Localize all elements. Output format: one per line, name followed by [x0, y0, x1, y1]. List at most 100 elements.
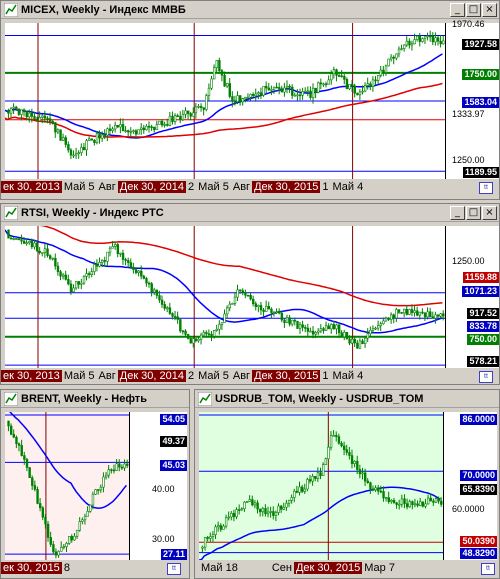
price-tag: 49.37	[160, 436, 187, 447]
price-scale[interactable]: 1970.46 1927.58 1750.00 1583.04 1333.97 …	[445, 19, 499, 179]
candle-body	[358, 340, 362, 349]
candle-body	[57, 550, 60, 556]
candle-body	[390, 314, 393, 320]
candle-body	[145, 125, 148, 131]
candle-body	[265, 85, 268, 89]
scale-label: 60.0000	[452, 504, 485, 514]
price-tag: 45.03	[160, 460, 187, 471]
candle-body	[205, 332, 208, 335]
candle-body	[395, 309, 398, 319]
candle-body	[31, 477, 34, 486]
candle-body	[90, 271, 94, 275]
candle-body	[38, 250, 41, 253]
price-tag: 1583.04	[462, 97, 499, 108]
corner-icon[interactable]: tt	[479, 371, 493, 383]
candle-body	[249, 294, 252, 300]
price-scale[interactable]: 54.05 49.37 45.03 40.00 30.00 27.11	[129, 412, 187, 560]
candle-body	[168, 115, 172, 126]
candle-body	[400, 48, 403, 50]
rtsi-window: RTSI, Weekly - Индекс РТС _ □ × 1250.00 …	[0, 203, 500, 385]
candle-body	[340, 75, 343, 78]
candle-body	[419, 501, 422, 506]
candle-body	[110, 469, 113, 471]
candle-body	[423, 36, 427, 39]
candle-body	[335, 324, 338, 330]
candle-body	[293, 490, 296, 498]
candle-body	[413, 310, 416, 313]
rtsi-titlebar[interactable]: RTSI, Weekly - Индекс РТС _ □ ×	[1, 204, 499, 222]
price-chart[interactable]	[5, 23, 445, 179]
candle-body	[272, 511, 275, 516]
candle-body	[233, 296, 237, 304]
candle-body	[387, 317, 390, 320]
candle-body	[301, 91, 304, 96]
price-chart[interactable]	[5, 412, 129, 560]
candle-body	[54, 551, 58, 556]
price-chart[interactable]	[199, 412, 443, 560]
usdrub-titlebar[interactable]: USDRUB_TOM, Weekly - USDRUB_TOM	[195, 390, 499, 408]
close-button[interactable]: ×	[482, 2, 497, 17]
candle-body	[403, 44, 406, 49]
candle-body	[293, 94, 297, 97]
candle-body	[426, 311, 429, 318]
candle-body	[121, 124, 125, 132]
candle-body	[295, 490, 299, 493]
candle-body	[356, 460, 359, 470]
candle-body	[108, 247, 112, 253]
candle-body	[332, 324, 336, 330]
candle-body	[99, 486, 103, 491]
candle-body	[101, 134, 104, 139]
candle-body	[20, 109, 23, 115]
price-tag: 1927.58	[462, 39, 499, 50]
candle-body	[98, 262, 101, 267]
time-axis[interactable]: Май 18 Сен Дек 30, 2015 Мар 7	[199, 562, 397, 574]
corner-icon[interactable]: tt	[479, 182, 493, 194]
candle-body	[379, 323, 383, 326]
corner-icon[interactable]: tt	[481, 563, 495, 575]
candle-body	[384, 317, 388, 322]
candle-body	[23, 455, 26, 460]
candle-body	[301, 486, 304, 492]
price-chart[interactable]	[5, 226, 445, 368]
candle-body	[93, 264, 96, 272]
candle-body	[176, 115, 179, 117]
candle-body	[205, 95, 208, 110]
candle-body	[413, 503, 417, 506]
candle-body	[418, 311, 422, 316]
price-scale[interactable]: 1250.00 1159.88 1071.23 917.52 833.78 75…	[445, 226, 499, 368]
close-button[interactable]: ×	[482, 205, 497, 220]
price-tag: 1159.88	[462, 272, 499, 283]
corner-icon[interactable]: tt	[167, 563, 181, 575]
time-axis[interactable]: ек 30, 2015 8	[1, 562, 72, 574]
candle-body	[106, 251, 109, 262]
candle-body	[28, 112, 31, 118]
candle-body	[353, 338, 356, 344]
candle-body	[421, 501, 425, 507]
candle-body	[309, 330, 312, 333]
brent-titlebar[interactable]: BRENT, Weekly - Нефть	[1, 390, 189, 408]
chart-icon	[4, 391, 18, 406]
candle-body	[244, 96, 247, 99]
candle-body	[246, 294, 250, 297]
candle-body	[332, 435, 335, 437]
minimize-button[interactable]: _	[450, 205, 465, 220]
price-scale[interactable]: 86.0000 70.0000 65.8390 60.0000 50.0390 …	[443, 412, 497, 560]
candle-body	[317, 330, 320, 333]
maximize-button[interactable]: □	[466, 2, 481, 17]
candle-body	[337, 324, 341, 334]
micex-titlebar[interactable]: MICEX, Weekly - Индекс ММВБ _ □ ×	[1, 1, 499, 19]
candle-body	[267, 305, 271, 310]
time-axis[interactable]: ек 30, 2013 Май 5 Авг Дек 30, 2014 2 Май 5 Авг…	[1, 181, 365, 193]
candle-body	[67, 144, 70, 151]
candle-body	[46, 523, 50, 538]
time-axis[interactable]: ек 30, 2013 Май 5 Авг Дек 30, 2014 2 Май 5 Авг…	[1, 370, 365, 382]
candle-body	[121, 252, 125, 260]
candle-body	[392, 56, 396, 59]
maximize-button[interactable]: □	[466, 205, 481, 220]
minimize-button[interactable]: _	[450, 2, 465, 17]
candle-body	[25, 459, 29, 468]
scale-label: 1250.00	[452, 155, 485, 165]
candle-body	[306, 90, 310, 93]
candle-body	[20, 239, 23, 242]
candle-body	[306, 479, 309, 490]
